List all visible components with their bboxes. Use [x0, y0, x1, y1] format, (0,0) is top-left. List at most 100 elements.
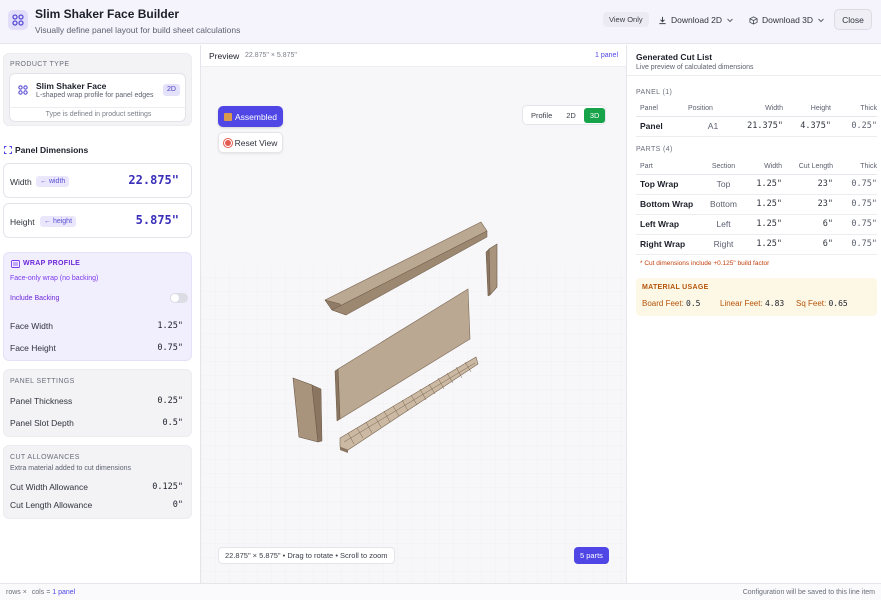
cell: Bottom [701, 194, 746, 215]
viewport-hint: 22.875" × 5.875" • Drag to rotate • Scro… [218, 547, 395, 564]
app-title: Slim Shaker Face Builder [35, 7, 180, 21]
parts-table-header: Part Section Width Cut Length Thick [636, 159, 877, 175]
view-mode-toggle: Profile 2D 3D [522, 105, 606, 125]
cell: 23" [782, 194, 833, 215]
product-badge: 2D [163, 84, 180, 96]
view-mode-3d[interactable]: 3D [583, 107, 606, 123]
cut-allowances-card: CUT ALLOWANCES Extra material added to c… [3, 445, 192, 519]
board-feet-label: Board Feet: [642, 299, 684, 308]
download-2d-label: Download 2D [671, 15, 723, 25]
include-backing-label: Include Backing [10, 295, 60, 302]
cut-list-subtitle: Live preview of calculated dimensions [636, 64, 754, 71]
3d-viewport[interactable]: Assembled Reset View Profile 2D 3D 22.87… [201, 67, 626, 583]
close-button[interactable]: Close [834, 9, 872, 30]
material-usage-card: MATERIAL USAGE Board Feet: 0.5 Linear Fe… [636, 278, 877, 316]
sq-feet-value: 0.65 [828, 299, 848, 308]
view-mode-2d[interactable]: 2D [560, 108, 582, 123]
app-header: Slim Shaker Face Builder Visually define… [0, 0, 881, 44]
cell: Right Wrap [636, 234, 701, 255]
product-name: Slim Shaker Face [36, 81, 107, 91]
parts-table: Part Section Width Cut Length Thick Top … [636, 159, 877, 255]
cell: 0.75" [833, 234, 877, 255]
cell: 0.75" [833, 194, 877, 215]
product-desc: L-shaped wrap profile for panel edges [36, 92, 154, 99]
cell: 1.25" [746, 194, 782, 215]
material-usage-title: MATERIAL USAGE [642, 284, 709, 291]
col-header: Thick [831, 101, 877, 117]
grid-icon [8, 10, 28, 30]
cube-icon [749, 15, 758, 25]
face-width-label: Face Width [10, 321, 53, 331]
cut-length-value[interactable]: 0" [173, 500, 183, 510]
col-header: Panel [636, 101, 688, 117]
col-header: Width [738, 101, 783, 117]
cut-width-label: Cut Width Allowance [10, 482, 88, 492]
product-type-box: Slim Shaker Face L-shaped wrap profile f… [9, 73, 187, 122]
download-3d-button[interactable]: Download 3D [749, 11, 825, 29]
sq-feet-label: Sq Feet: [796, 299, 827, 308]
include-backing-toggle[interactable] [170, 293, 188, 303]
table-row: Bottom Wrap Bottom 1.25" 23" 0.75" [636, 194, 877, 215]
assembled-label: Assembled [234, 111, 278, 122]
grid-eq: = [46, 589, 51, 596]
col-header: Thick [833, 159, 877, 175]
cut-width-value[interactable]: 0.125" [152, 482, 183, 492]
cell: 1.25" [746, 214, 782, 235]
box-icon [223, 112, 232, 121]
col-header: Width [746, 159, 782, 175]
table-row: Panel A1 21.375" 4.375" 0.25" [636, 116, 877, 137]
table-row: Top Wrap Top 1.25" 23" 0.75" [636, 174, 877, 195]
cell: Top [701, 174, 746, 195]
width-binding-chip: ← width [36, 176, 70, 187]
cell: 6" [782, 214, 833, 235]
cell: Left [701, 214, 746, 235]
app-subtitle: Visually define panel layout for build s… [35, 25, 241, 35]
width-field[interactable]: Width ← width 22.875" [3, 163, 192, 198]
product-type-card: PRODUCT TYPE Slim Shaker Face L-shaped w… [3, 53, 192, 126]
height-label: Height [10, 217, 35, 227]
cell: 1.25" [746, 234, 782, 255]
cell: Bottom Wrap [636, 194, 701, 215]
reset-view-button[interactable]: Reset View [218, 132, 283, 153]
linear-feet-label: Linear Feet: [720, 299, 763, 308]
wrap-profile-card: WRAP PROFILE Face-only wrap (no backing)… [3, 252, 192, 361]
reset-view-label: Reset View [234, 137, 278, 148]
height-value[interactable]: 5.875" [136, 213, 179, 227]
col-header: Part [636, 159, 701, 175]
grid-result: 1 panel [52, 589, 76, 596]
width-value[interactable]: 22.875" [128, 173, 179, 187]
cell: Panel [636, 116, 688, 137]
cell: Top Wrap [636, 174, 701, 195]
board-feet-value: 0.5 [686, 299, 701, 308]
view-mode-profile[interactable]: Profile [525, 108, 558, 123]
height-field[interactable]: Height ← height 5.875" [3, 203, 192, 238]
panel-settings-card: PANEL SETTINGS Panel Thickness 0.25" Pan… [3, 369, 192, 437]
cell: 23" [782, 174, 833, 195]
cut-allowances-desc: Extra material added to cut dimensions [10, 465, 132, 472]
grid-summary: rows × cols = 1 panel [6, 589, 75, 596]
table-row: Left Wrap Left 1.25" 6" 0.75" [636, 214, 877, 235]
chevron-down-icon [727, 18, 733, 23]
face-height-value[interactable]: 0.75" [157, 343, 183, 353]
build-factor-note: * Cut dimensions include +0.125" build f… [640, 260, 770, 267]
panel-thickness-value[interactable]: 0.25" [157, 396, 183, 406]
cut-list-panel: Generated Cut List Live preview of calcu… [626, 45, 881, 583]
face-width-value[interactable]: 1.25" [157, 321, 183, 331]
panel-slot-value[interactable]: 0.5" [163, 418, 183, 428]
panel-count: 1 panel [595, 52, 618, 59]
sq-feet: Sq Feet: 0.65 [796, 299, 848, 308]
panel-slot-label: Panel Slot Depth [10, 418, 74, 428]
cut-list-title: Generated Cut List [636, 52, 713, 62]
wrap-profile-desc: Face-only wrap (no backing) [10, 275, 99, 282]
cut-length-label: Cut Length Allowance [10, 500, 93, 510]
col-header: Position [688, 101, 738, 117]
download-3d-label: Download 3D [762, 15, 814, 25]
target-icon [223, 138, 232, 147]
download-2d-button[interactable]: Download 2D [658, 11, 734, 29]
assembled-button[interactable]: Assembled [218, 106, 283, 127]
height-binding-chip: ← height [40, 216, 77, 227]
right-wrap-part[interactable] [485, 243, 498, 297]
panel-table-header: Panel Position Width Height Thick [636, 101, 877, 117]
grid-rows-label: rows [6, 589, 21, 596]
cut-allowances-title: CUT ALLOWANCES [10, 454, 80, 461]
